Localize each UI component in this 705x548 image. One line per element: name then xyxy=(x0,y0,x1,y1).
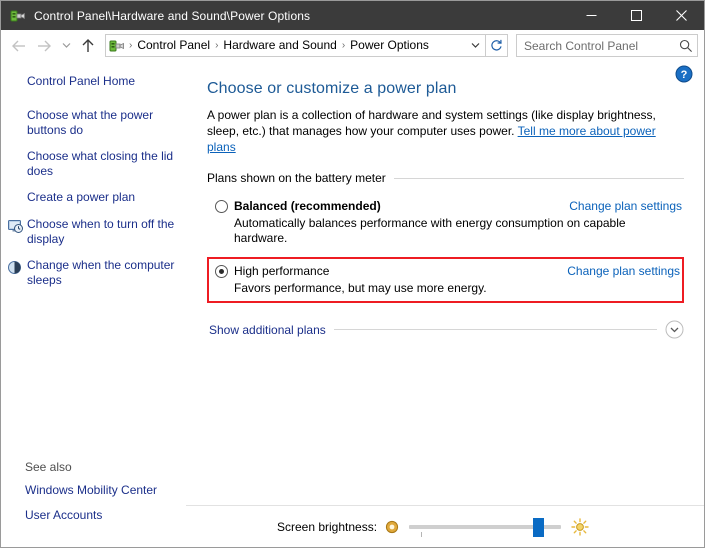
help-question-icon[interactable]: ? xyxy=(675,65,693,83)
navigation-bar: › Control Panel › Hardware and Sound › P… xyxy=(1,30,704,62)
sidebar: Control Panel Home Choose what the power… xyxy=(1,62,186,547)
horizontal-rule xyxy=(393,177,684,179)
radio-high-performance[interactable] xyxy=(215,265,228,278)
sidebar-item-control-panel-home[interactable]: Control Panel Home xyxy=(1,74,186,90)
power-plug-icon xyxy=(109,38,125,54)
brightness-slider[interactable] xyxy=(409,517,562,537)
intro-paragraph: A power plan is a collection of hardware… xyxy=(207,107,679,155)
sidebar-item-label: Control Panel Home xyxy=(27,74,136,88)
change-plan-settings-balanced-link[interactable]: Change plan settings xyxy=(569,199,682,214)
plan-row: High performance Change plan settings xyxy=(215,264,680,279)
back-button[interactable] xyxy=(5,33,31,59)
sidebar-item-label: Choose when to turn off the display xyxy=(27,217,175,246)
plan-description: Automatically balances performance with … xyxy=(234,216,626,245)
up-button[interactable] xyxy=(75,33,101,59)
minimize-button[interactable] xyxy=(569,1,614,30)
spacer-icon xyxy=(7,192,25,208)
breadcrumb-power-options[interactable]: Power Options xyxy=(346,35,433,56)
monitor-clock-icon xyxy=(7,219,25,235)
power-plan-high-performance[interactable]: High performance Change plan settings Fa… xyxy=(207,257,684,303)
power-plug-icon xyxy=(10,8,26,24)
sidebar-item-computer-sleeps[interactable]: Change when the computer sleeps xyxy=(1,258,186,288)
screen-brightness-label: Screen brightness: xyxy=(276,519,378,534)
moon-sleep-icon xyxy=(7,260,25,276)
breadcrumb-hardware-and-sound[interactable]: Hardware and Sound xyxy=(219,35,340,56)
plan-name: High performance xyxy=(234,264,330,278)
sidebar-item-windows-mobility-center[interactable]: Windows Mobility Center xyxy=(25,483,176,498)
refresh-button[interactable] xyxy=(486,34,508,57)
radio-balanced[interactable] xyxy=(215,200,228,213)
plans-group-header: Plans shown on the battery meter xyxy=(207,171,684,185)
slider-thumb[interactable] xyxy=(533,517,545,537)
screen-brightness-bar: Screen brightness: xyxy=(186,505,704,547)
spacer-icon xyxy=(7,76,25,92)
change-plan-settings-high-performance-link[interactable]: Change plan settings xyxy=(567,264,680,279)
sidebar-item-user-accounts[interactable]: User Accounts xyxy=(25,508,176,523)
sidebar-item-power-buttons[interactable]: Choose what the power buttons do xyxy=(1,108,186,138)
close-button[interactable] xyxy=(659,1,704,30)
see-also-section: See also Windows Mobility Center User Ac… xyxy=(1,460,186,533)
search-placeholder: Search Control Panel xyxy=(524,38,639,53)
spacer-icon xyxy=(7,110,25,126)
show-additional-plans-row[interactable]: Show additional plans xyxy=(207,320,684,339)
sidebar-item-create-power-plan[interactable]: Create a power plan xyxy=(1,190,186,206)
breadcrumb-control-panel[interactable]: Control Panel xyxy=(133,35,214,56)
search-icon[interactable] xyxy=(675,39,697,53)
sidebar-item-label: Windows Mobility Center xyxy=(25,483,158,497)
maximize-button[interactable] xyxy=(614,1,659,30)
sidebar-item-label: Create a power plan xyxy=(27,190,136,204)
brightness-low-icon xyxy=(384,519,400,535)
recent-locations-button[interactable] xyxy=(57,33,75,59)
plan-row: Balanced (recommended) Change plan setti… xyxy=(215,199,682,214)
forward-button[interactable] xyxy=(31,33,57,59)
title-bar: Control Panel\Hardware and Sound\Power O… xyxy=(1,1,704,30)
content-inner: Choose or customize a power plan A power… xyxy=(186,62,704,505)
plan-name: Balanced (recommended) xyxy=(234,199,381,213)
chevron-down-icon[interactable] xyxy=(465,35,485,56)
see-also-heading: See also xyxy=(25,460,72,474)
slider-tick xyxy=(421,531,423,537)
power-options-window: Control Panel\Hardware and Sound\Power O… xyxy=(0,0,705,548)
address-bar[interactable]: › Control Panel › Hardware and Sound › P… xyxy=(105,34,486,57)
power-plan-balanced[interactable]: Balanced (recommended) Change plan setti… xyxy=(207,194,684,251)
brightness-high-icon xyxy=(571,517,589,536)
svg-text:?: ? xyxy=(681,69,688,81)
sidebar-item-turn-off-display[interactable]: Choose when to turn off the display xyxy=(1,217,186,247)
sidebar-item-label: Change when the computer sleeps xyxy=(27,258,175,287)
sidebar-item-closing-lid[interactable]: Choose what closing the lid does xyxy=(1,149,186,179)
sidebar-item-label: User Accounts xyxy=(25,508,103,522)
show-additional-plans-label[interactable]: Show additional plans xyxy=(209,323,334,337)
sidebar-item-label: Choose what the power buttons do xyxy=(27,108,154,137)
content-pane: ? Choose or customize a power plan A pow… xyxy=(186,62,704,547)
plans-group-label: Plans shown on the battery meter xyxy=(207,171,386,185)
sidebar-item-label: Choose what closing the lid does xyxy=(27,149,174,178)
sidebar-bottom-pad xyxy=(1,533,186,547)
plan-description: Favors performance, but may use more ene… xyxy=(234,281,487,295)
window-title: Control Panel\Hardware and Sound\Power O… xyxy=(34,8,311,23)
spacer-icon xyxy=(7,151,25,167)
chevron-down-icon[interactable] xyxy=(665,320,684,339)
horizontal-rule xyxy=(333,329,657,330)
window-body: Control Panel Home Choose what the power… xyxy=(1,62,704,547)
page-title: Choose or customize a power plan xyxy=(207,80,457,97)
search-input[interactable]: Search Control Panel xyxy=(516,34,698,57)
